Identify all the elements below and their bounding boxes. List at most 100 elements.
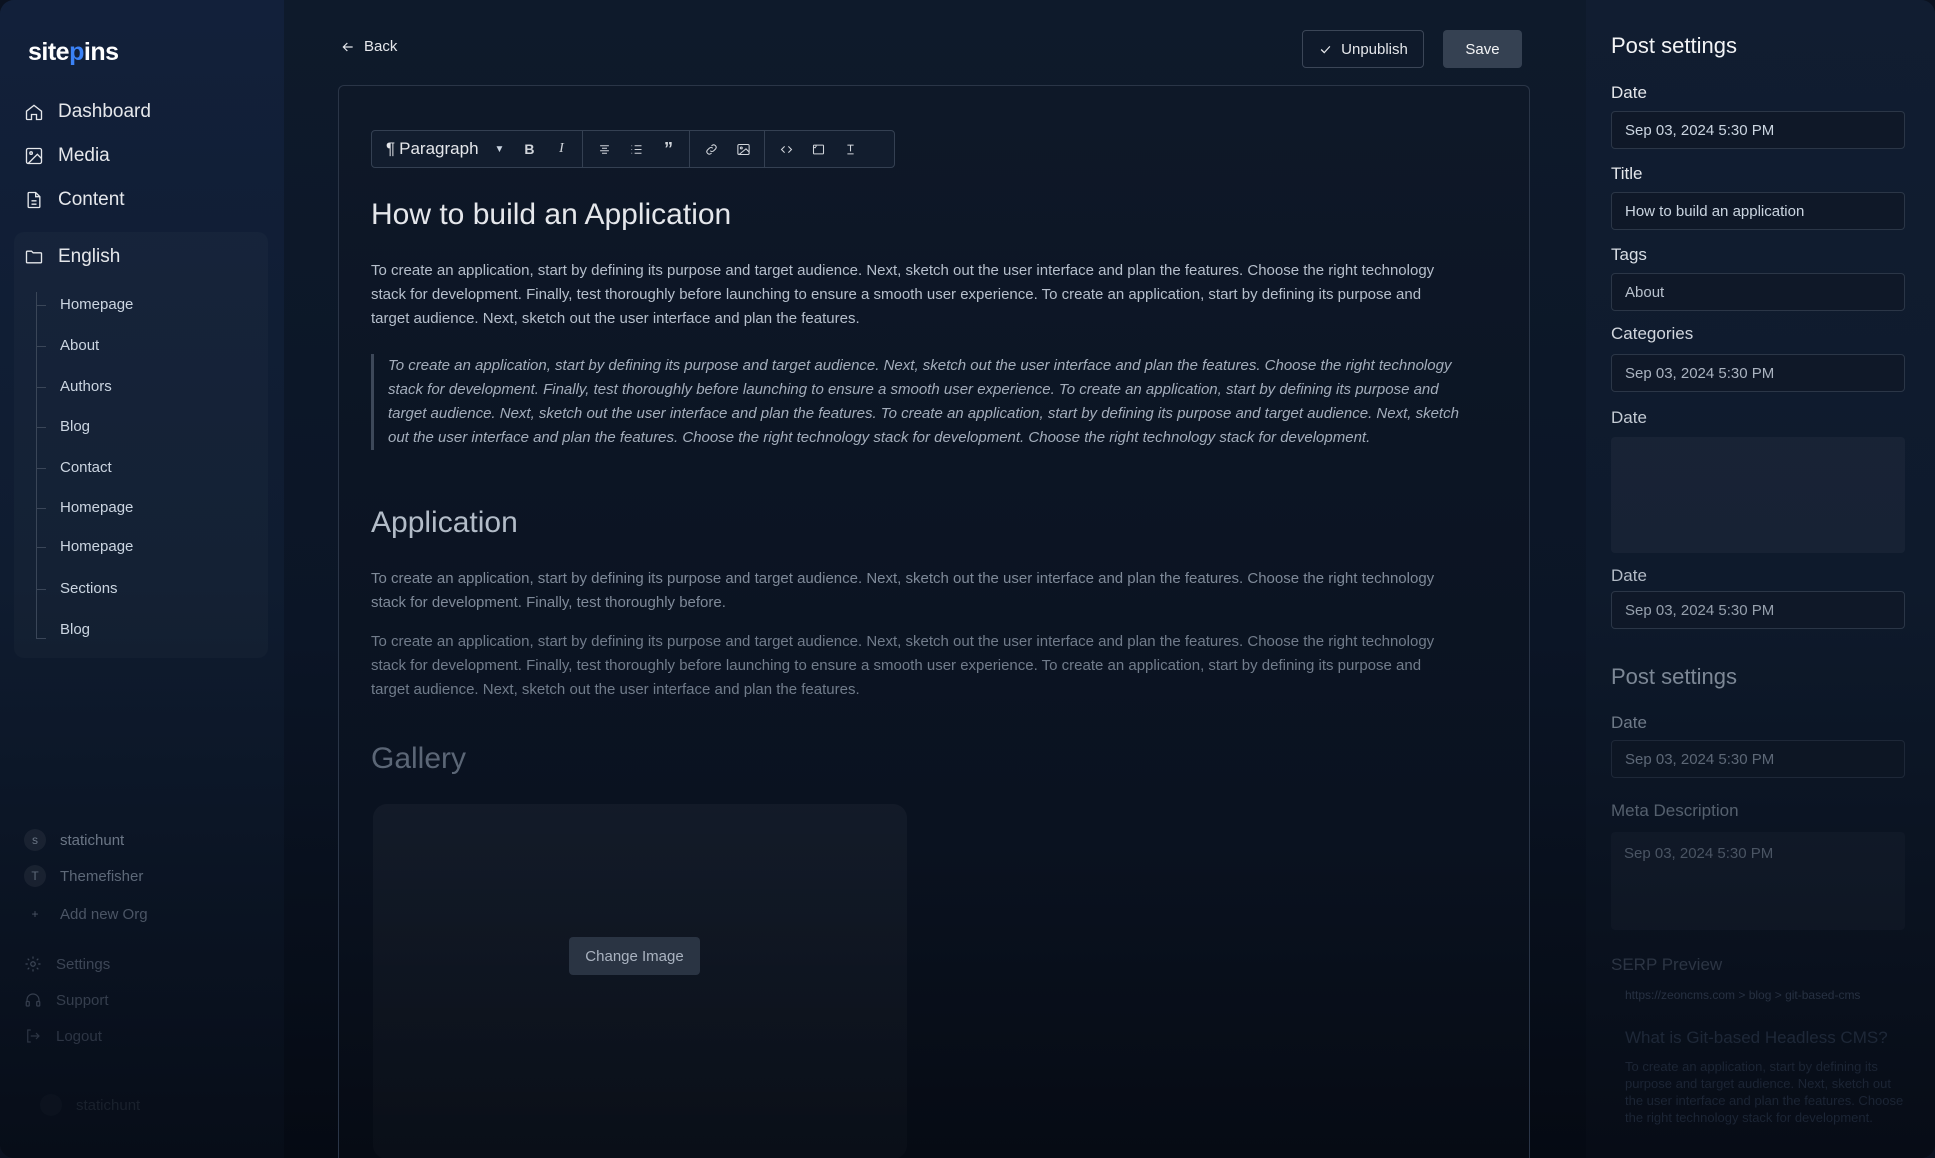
headset-icon	[25, 993, 41, 1007]
language-label: English	[58, 246, 121, 267]
check-icon	[1320, 45, 1331, 54]
logo-text-b: p	[69, 38, 84, 66]
nav-media[interactable]: Media	[24, 145, 110, 167]
date-field[interactable]: Sep 03, 2024 5:30 PM	[1611, 591, 1905, 629]
caret-down-icon: ▼	[494, 143, 505, 155]
clear-format-button[interactable]	[835, 134, 865, 164]
tree-tick	[36, 547, 46, 548]
plus-icon: +	[31, 907, 39, 921]
org-name: statichunt	[60, 831, 125, 849]
language-selector[interactable]: English	[24, 246, 120, 268]
article-paragraph[interactable]: To create an application, start by defin…	[371, 567, 1451, 615]
date-image-box[interactable]	[1611, 437, 1905, 553]
tree-tick	[36, 589, 46, 590]
italic-button[interactable]: I	[546, 134, 576, 164]
article-title[interactable]: How to build an Application	[371, 198, 731, 232]
gear-icon	[25, 956, 41, 972]
code-group	[764, 131, 871, 167]
nav-logout[interactable]: Logout	[24, 1027, 102, 1045]
change-image-button[interactable]: Change Image	[569, 937, 700, 975]
logo-text-c: ins	[83, 38, 119, 66]
save-button[interactable]: Save	[1443, 30, 1522, 68]
quote-icon: ”	[663, 138, 673, 159]
article-paragraph[interactable]: To create an application, start by defin…	[371, 630, 1451, 702]
back-label: Back	[364, 38, 398, 55]
gallery-heading[interactable]: Gallery	[371, 742, 466, 776]
embed-icon	[812, 144, 824, 154]
unpublish-label: Unpublish	[1341, 40, 1408, 58]
date-label: Date	[1611, 83, 1647, 102]
serp-url: https://zeoncms.com > blog > git-based-c…	[1625, 988, 1861, 1002]
user-profile[interactable]: statichunt	[40, 1094, 140, 1116]
code-button[interactable]	[771, 134, 801, 164]
tree-item-homepage[interactable]: Homepage	[60, 499, 133, 516]
tags-label: Tags	[1611, 245, 1647, 264]
gallery-image: Change Image	[373, 804, 907, 1158]
editor[interactable]: ¶ Paragraph ▼ B I ” How to build an Appl…	[338, 85, 1530, 1158]
tree-tick	[36, 346, 46, 347]
article-blockquote[interactable]: To create an application, start by defin…	[371, 354, 1471, 450]
org-themefisher[interactable]: T Themefisher	[24, 865, 143, 887]
meta-description-label: Meta Description	[1611, 801, 1739, 820]
article-heading[interactable]: Application	[371, 506, 518, 540]
tree-item-about[interactable]: About	[60, 337, 99, 354]
nav-settings[interactable]: Settings	[24, 955, 110, 973]
align-button[interactable]	[589, 134, 619, 164]
date-label: Date	[1611, 566, 1647, 585]
image-icon	[25, 147, 43, 165]
date-label: Date	[1611, 408, 1647, 427]
tree-item-sections[interactable]: Sections	[60, 580, 118, 597]
link-icon	[706, 143, 717, 155]
block-type-select[interactable]: ¶ Paragraph ▼	[372, 131, 514, 167]
tree-tick	[36, 387, 46, 388]
title-field[interactable]: How to build an application	[1611, 192, 1905, 230]
tree-tick	[36, 638, 46, 639]
tree-item-blog[interactable]: Blog	[60, 418, 90, 435]
unpublish-button[interactable]: Unpublish	[1302, 30, 1424, 68]
serp-preview-label: SERP Preview	[1611, 955, 1723, 974]
sidebar: sitepins Dashboard Media Content English…	[0, 0, 284, 1158]
nav-support[interactable]: Support	[24, 991, 109, 1009]
support-label: Support	[56, 991, 109, 1009]
tree-item-contact[interactable]: Contact	[60, 459, 112, 476]
tree-tick	[36, 508, 46, 509]
date-field[interactable]: Sep 03, 2024 5:30 PM	[1611, 740, 1905, 778]
article-paragraph[interactable]: To create an application, start by defin…	[371, 259, 1451, 331]
add-org-button[interactable]: + Add new Org	[24, 903, 148, 925]
tree-item-homepage[interactable]: Homepage	[60, 538, 133, 555]
tree-line	[36, 292, 37, 638]
user-avatar	[40, 1094, 62, 1116]
embed-button[interactable]	[803, 134, 833, 164]
tree-item-blog[interactable]: Blog	[60, 621, 90, 638]
meta-description-field[interactable]: Sep 03, 2024 5:30 PM	[1611, 832, 1905, 930]
back-button[interactable]: Back	[340, 38, 397, 55]
quote-button[interactable]: ”	[653, 134, 683, 164]
app-window: sitepins Dashboard Media Content English…	[0, 0, 1935, 1158]
tree-item-authors[interactable]: Authors	[60, 378, 112, 395]
folder-icon	[25, 250, 43, 264]
arrow-left-icon	[342, 42, 353, 51]
logout-label: Logout	[56, 1027, 102, 1045]
image-button[interactable]	[728, 134, 758, 164]
nav-content[interactable]: Content	[24, 189, 125, 211]
date-field[interactable]: Sep 03, 2024 5:30 PM	[1611, 111, 1905, 149]
bullet-list-button[interactable]	[621, 134, 651, 164]
serp-title: What is Git-based Headless CMS?	[1625, 1028, 1888, 1047]
nav-media-label: Media	[58, 145, 110, 166]
tags-field[interactable]: About	[1611, 273, 1905, 311]
bold-button[interactable]: B	[514, 134, 544, 164]
post-settings-panel: Post settings Date Sep 03, 2024 5:30 PM …	[1586, 0, 1935, 1158]
logo[interactable]: sitepins	[28, 38, 119, 67]
title-label: Title	[1611, 164, 1643, 183]
logout-icon	[27, 1029, 40, 1043]
tree-tick	[36, 468, 46, 469]
post-settings-title: Post settings	[1611, 33, 1737, 58]
nav-dashboard[interactable]: Dashboard	[24, 101, 151, 123]
link-button[interactable]	[696, 134, 726, 164]
categories-field[interactable]: Sep 03, 2024 5:30 PM	[1611, 354, 1905, 392]
org-statichunt[interactable]: s statichunt	[24, 829, 124, 851]
serp-description: To create an application, start by defin…	[1625, 1059, 1904, 1125]
tree-item-homepage[interactable]: Homepage	[60, 296, 133, 313]
settings-label: Settings	[56, 955, 111, 973]
add-org-label: Add new Org	[60, 905, 148, 923]
